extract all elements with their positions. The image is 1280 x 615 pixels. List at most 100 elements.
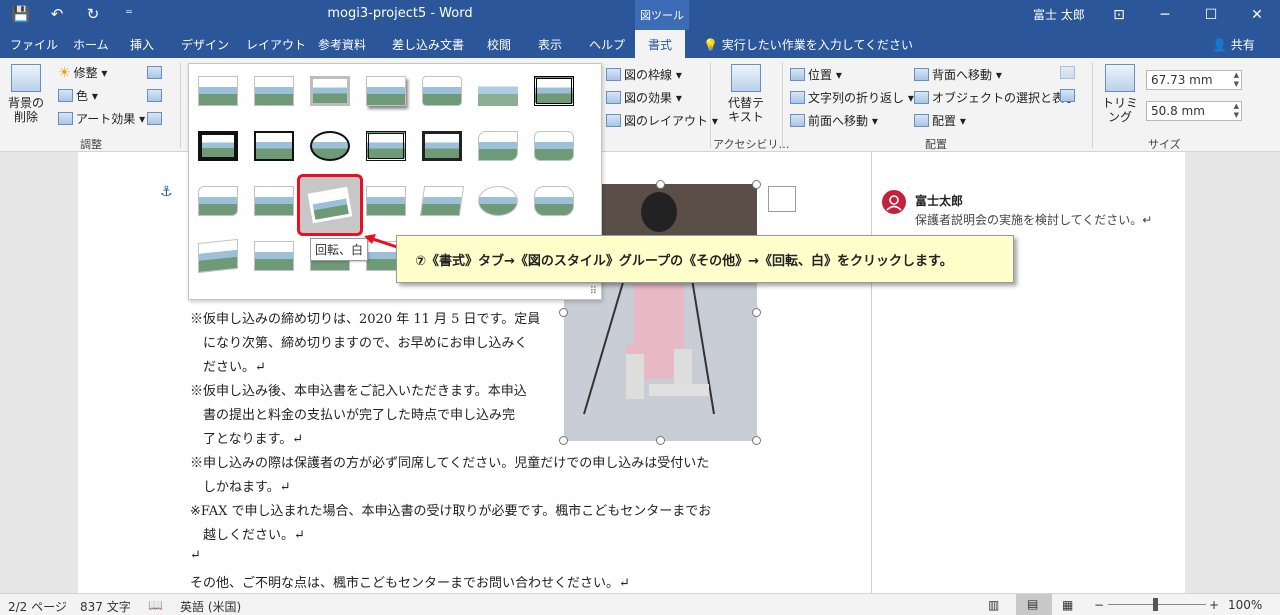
change-picture-icon[interactable] [147, 89, 162, 102]
artistic-effects-button[interactable]: アート効果 ▾ [58, 110, 145, 127]
read-mode-icon[interactable]: ▥ [988, 598, 999, 612]
share-button[interactable]: 👤 共有 [1212, 36, 1255, 53]
tab-layout[interactable]: レイアウト [246, 36, 306, 53]
bring-forward-button[interactable]: 前面へ移動 ▾ [790, 112, 878, 129]
spin-arrows-icon[interactable]: ▲ ▼ [1234, 102, 1239, 120]
position-icon [790, 68, 805, 81]
style-snip-diagonal[interactable] [534, 131, 574, 161]
style-simple-frame-white[interactable] [198, 76, 238, 106]
style-drop-shadow-rectangle[interactable] [366, 76, 406, 106]
style-reflected-perspective[interactable] [254, 241, 294, 271]
style-reflected-rounded[interactable] [422, 76, 462, 106]
minimize-button[interactable]: ─ [1142, 0, 1188, 30]
picture-effects-button[interactable]: 図の効果 ▾ [606, 89, 682, 106]
customize-qat-icon[interactable]: ⁼ [118, 4, 140, 24]
shape-width-field[interactable]: 50.8 mm ▲ ▼ [1146, 101, 1242, 121]
tab-references[interactable]: 参考資料 [318, 36, 366, 53]
resize-handle[interactable] [559, 436, 568, 445]
comment-text[interactable]: 保護者説明会の実施を検討してください。↵ [915, 211, 1152, 228]
style-rotated-white[interactable] [297, 174, 363, 236]
save-icon[interactable]: 💾 [10, 4, 32, 24]
web-layout-icon[interactable]: ▦ [1062, 598, 1073, 612]
resize-handle[interactable] [656, 436, 665, 445]
style-bevel-rectangle[interactable] [534, 186, 574, 216]
position-button[interactable]: 位置 ▾ [790, 66, 842, 83]
style-double-frame-black[interactable] [534, 76, 574, 106]
wrap-text-button[interactable]: 文字列の折り返し ▾ [790, 89, 914, 106]
resize-handle[interactable] [752, 436, 761, 445]
zoom-level[interactable]: 100% [1228, 598, 1262, 612]
selection-pane-button[interactable]: オブジェクトの選択と表示 [914, 89, 1076, 106]
style-moderate-frame[interactable] [198, 186, 238, 216]
style-bevel-perspective[interactable] [198, 238, 238, 274]
proofing-icon[interactable]: 📖 [148, 598, 163, 612]
tab-mailings[interactable]: 差し込み文書 [392, 36, 464, 53]
close-button[interactable]: ✕ [1234, 0, 1280, 30]
picture-border-button[interactable]: 図の枠線 ▾ [606, 66, 682, 83]
compress-pictures-icon[interactable] [147, 66, 162, 79]
style-metal-frame[interactable] [310, 76, 350, 106]
style-rounded-diagonal[interactable] [478, 131, 518, 161]
style-relaxed-perspective[interactable] [419, 186, 465, 216]
zoom-out-icon[interactable]: − [1094, 598, 1104, 612]
style-compound-frame-black[interactable] [366, 131, 406, 161]
language-indicator[interactable]: 英語 (米国) [180, 598, 241, 615]
tab-help[interactable]: ヘルプ [589, 36, 625, 53]
style-simple-frame-black[interactable] [254, 131, 294, 161]
tab-view[interactable]: 表示 [538, 36, 562, 53]
corrections-button[interactable]: ☀ 修整 ▾ [58, 64, 107, 81]
tab-home[interactable]: ホーム [73, 36, 109, 53]
shape-height-field[interactable]: 67.73 mm ▲ ▼ [1146, 70, 1242, 90]
word-count[interactable]: 837 文字 [80, 598, 131, 615]
redo-icon[interactable]: ↻ [82, 4, 104, 24]
shape-width-value: 50.8 mm [1151, 104, 1205, 118]
document-line: ※仮申し込みの締め切りは、2020 年 11 月 5 日です。定員 [190, 312, 541, 327]
maximize-button[interactable]: ☐ [1188, 0, 1234, 30]
resize-grip-icon[interactable]: ⠿ [590, 286, 597, 297]
print-layout-icon[interactable]: ▤ [1016, 594, 1052, 615]
send-backward-label: 背面へ移動 ▾ [932, 68, 1002, 82]
style-center-shadow[interactable] [422, 131, 462, 161]
style-rectangle-shadow[interactable] [254, 186, 294, 216]
picture-border-label: 図の枠線 ▾ [624, 68, 682, 82]
crop-button[interactable]: トリミング [1098, 64, 1142, 124]
alt-text-button[interactable]: 代替テ キスト [722, 64, 770, 124]
color-button[interactable]: 色 ▾ [58, 87, 98, 104]
group-objects-icon[interactable] [1060, 66, 1075, 79]
resize-handle[interactable] [752, 308, 761, 317]
style-thick-matte-black[interactable] [198, 131, 238, 161]
sun-icon: ☀ [58, 64, 71, 81]
zoom-in-icon[interactable]: + [1209, 598, 1219, 612]
comment-author: 富士太郎 [915, 194, 964, 208]
tab-review[interactable]: 校閲 [487, 36, 511, 53]
tab-design[interactable]: デザイン [181, 36, 229, 53]
rotate-icon[interactable] [1060, 89, 1075, 102]
tell-me-search[interactable]: 💡 実行したい作業を入力してください [703, 36, 913, 53]
tab-file[interactable]: ファイル [10, 36, 58, 53]
undo-icon[interactable]: ↶ [46, 4, 68, 24]
page-counter[interactable]: 2/2 ページ [8, 598, 67, 615]
tab-insert[interactable]: 挿入 [130, 36, 154, 53]
tab-format[interactable]: 書式 [635, 30, 686, 58]
style-perspective-shadow[interactable] [366, 186, 406, 216]
send-backward-button[interactable]: 背面へ移動 ▾ [914, 66, 1002, 83]
remove-background-label-1: 背景の [7, 96, 44, 110]
style-soft-edge[interactable] [478, 76, 518, 106]
spin-arrows-icon[interactable]: ▲ ▼ [1234, 71, 1239, 89]
layout-options-icon[interactable] [768, 186, 796, 212]
style-beveled-matte[interactable] [254, 76, 294, 106]
reset-picture-icon[interactable] [147, 112, 162, 125]
picture-layout-button[interactable]: 図のレイアウト ▾ [606, 112, 718, 129]
style-soft-edge-oval[interactable] [478, 186, 518, 216]
resize-handle[interactable] [656, 180, 665, 189]
remove-background-button[interactable]: 背景の 削除 [6, 64, 46, 124]
group-separator [180, 62, 181, 148]
zoom-slider-thumb[interactable] [1153, 598, 1158, 611]
signed-in-user[interactable]: 富士 太郎 [1033, 6, 1085, 23]
align-button[interactable]: 配置 ▾ [914, 112, 966, 129]
resize-handle[interactable] [752, 180, 761, 189]
style-oval[interactable] [310, 131, 350, 161]
ribbon-display-options-button[interactable]: ⊡ [1096, 0, 1142, 30]
picture-tools-label: 図ツール [635, 0, 689, 30]
resize-handle[interactable] [559, 308, 568, 317]
